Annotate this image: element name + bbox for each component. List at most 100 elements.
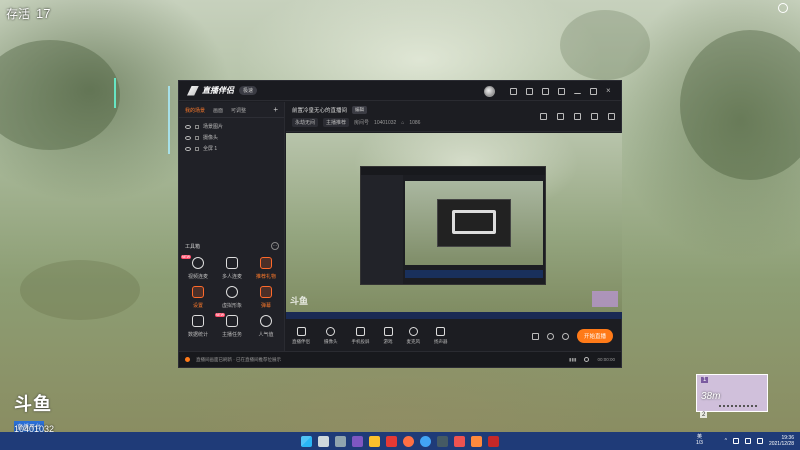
user-avatar[interactable] — [484, 86, 495, 97]
skin-icon[interactable] — [526, 88, 533, 95]
minimize-icon[interactable] — [574, 90, 581, 94]
scene-item[interactable]: 摄像头 — [185, 132, 278, 143]
gift-icon[interactable] — [574, 113, 581, 120]
toolbox-item[interactable]: 人气值 — [249, 315, 283, 338]
home-icon: ⌂ — [401, 119, 405, 126]
streaming-app-window: 直播伴侣 极速 × 我的场景 画面 可调整 + 场景图片 摄像头 全屏 1 工具… — [178, 80, 622, 368]
tab-canvas[interactable]: 画面 — [213, 107, 223, 114]
timer-icon — [584, 357, 590, 362]
control-camera[interactable]: 摄像头 — [324, 327, 338, 345]
gear-icon[interactable] — [561, 332, 569, 340]
settings-icon[interactable] — [608, 113, 615, 120]
volume-icon[interactable] — [744, 438, 751, 444]
control-phone-cast[interactable]: 手机投屏 — [352, 327, 370, 345]
toolbox-item-label: 虚拟形象 — [221, 303, 242, 309]
toolbox-item[interactable]: NEW 主播任务 — [214, 313, 249, 338]
eye-icon[interactable] — [185, 135, 191, 140]
douyu-app-icon[interactable] — [454, 435, 465, 447]
control-game[interactable]: 游戏 — [383, 327, 393, 345]
status-dot-icon — [185, 357, 190, 362]
lock-icon[interactable] — [195, 135, 199, 140]
toolbox-title: 工具箱 — [185, 243, 201, 250]
toolbox-item[interactable]: 多人连麦 — [215, 257, 249, 280]
alive-count: 17 — [36, 6, 51, 21]
lock-icon[interactable] — [195, 146, 199, 151]
steam-icon[interactable] — [437, 435, 448, 447]
add-scene-button[interactable]: + — [273, 105, 278, 114]
eye-icon[interactable] — [185, 124, 191, 129]
scene-item[interactable]: 全屏 1 — [185, 143, 278, 154]
chevron-up-icon[interactable]: ^ — [725, 438, 727, 444]
edit-title-button[interactable]: 编辑 — [352, 106, 368, 114]
stream-preview[interactable]: 斗鱼 — [286, 133, 622, 319]
toolbox-item[interactable]: 推荐礼物 — [249, 257, 283, 280]
toolbox-item[interactable]: 弹幕 — [249, 286, 283, 309]
stream-timer: 00:00:00 — [597, 357, 615, 362]
logo-icon — [452, 210, 496, 234]
stream-info-header: 前置冷皇无心的直播间 编辑 永劫无间 主播推荐 房间号 10401032 ⌂ 1… — [286, 102, 621, 132]
tab-adjust[interactable]: 可调整 — [231, 107, 246, 114]
distance-value: 38m — [701, 391, 721, 402]
search-icon[interactable] — [318, 435, 329, 447]
battery-icon[interactable] — [756, 438, 763, 444]
control-speaker[interactable]: 扬声器 — [434, 327, 448, 345]
tab-scenes[interactable]: 我的场景 — [185, 107, 205, 114]
left-panel: 我的场景 画面 可调整 + 场景图片 摄像头 全屏 1 工具箱 ··· NEW … — [179, 102, 285, 352]
file-explorer-icon[interactable] — [369, 435, 380, 447]
game-rank-widget: 1 38m — [696, 374, 768, 412]
start-live-button[interactable]: 开始直播 — [576, 329, 613, 343]
feedback-icon[interactable] — [542, 88, 549, 95]
share-icon[interactable] — [540, 113, 547, 120]
scene-list: 场景图片 摄像头 全屏 1 — [179, 118, 284, 157]
rank-bottom: 2 — [700, 412, 708, 418]
chrome-icon[interactable] — [420, 435, 431, 447]
new-badge: NEW — [214, 313, 225, 317]
game-app-icon[interactable] — [488, 435, 499, 447]
notification-icon[interactable] — [591, 113, 598, 120]
video-link-icon — [192, 257, 204, 269]
toolbox-item[interactable]: NEW 视频连麦 — [180, 255, 215, 280]
version-badge[interactable]: 极速 — [239, 86, 258, 95]
task-view-icon[interactable] — [335, 435, 346, 447]
start-icon[interactable] — [301, 435, 312, 447]
input-language[interactable]: 英 1/3 — [696, 434, 703, 446]
nested-preview-window — [360, 166, 546, 285]
tag-chip[interactable]: 主播推荐 — [323, 118, 350, 127]
toolbox: 工具箱 ··· NEW 视频连麦 多人连麦 推荐礼物 设置 虚拟形象 弹幕 数据统计 NEW 主播… — [179, 240, 285, 343]
menu-icon[interactable] — [558, 88, 565, 95]
stream-title: 前置冷皇无心的直播间 — [292, 108, 348, 114]
rank-top: 1 — [701, 377, 709, 383]
scene-item[interactable]: 场景图片 — [185, 121, 278, 132]
toolbox-item-label: 人气值 — [258, 332, 274, 338]
lock-icon[interactable] — [195, 124, 199, 129]
new-badge: NEW — [180, 255, 191, 259]
app-icon-red[interactable] — [386, 435, 397, 447]
live-companion-icon[interactable] — [471, 435, 482, 447]
toolbox-item-label: 设置 — [192, 303, 203, 309]
speaker-icon — [436, 327, 446, 336]
scene-label: 全屏 1 — [203, 146, 218, 152]
category-chip[interactable]: 永劫无间 — [292, 118, 319, 127]
widgets-icon[interactable] — [352, 435, 363, 447]
compass-icon — [778, 3, 788, 13]
record-icon[interactable] — [531, 332, 539, 340]
maximize-icon[interactable] — [590, 88, 597, 95]
message-icon[interactable] — [510, 88, 517, 95]
close-icon[interactable]: × — [606, 87, 613, 95]
toolbox-more-button[interactable]: ··· — [271, 242, 279, 250]
firefox-icon[interactable] — [403, 435, 414, 447]
wifi-icon[interactable] — [732, 438, 739, 444]
toolbox-item[interactable]: 虚拟形象 — [215, 286, 249, 309]
fan-club-icon[interactable] — [557, 113, 564, 120]
toolbox-item[interactable]: 设置 — [181, 286, 215, 309]
app-logo-icon — [187, 85, 199, 96]
toolbox-grid: NEW 视频连麦 多人连麦 推荐礼物 设置 虚拟形象 弹幕 数据统计 NEW 主播任务 人气值 — [179, 252, 285, 343]
toolbox-item[interactable]: 数据统计 — [181, 315, 215, 338]
eye-icon[interactable] — [185, 146, 191, 151]
system-clock[interactable]: 19:36 2021/12/28 — [769, 435, 794, 447]
control-microphone[interactable]: 麦克风 — [407, 327, 420, 345]
phone-icon — [356, 327, 365, 336]
control-live-companion[interactable]: 直播伴侣 — [292, 327, 310, 345]
eye-preview-icon[interactable] — [546, 332, 554, 340]
toolbox-item-label: 主播任务 — [221, 332, 242, 338]
